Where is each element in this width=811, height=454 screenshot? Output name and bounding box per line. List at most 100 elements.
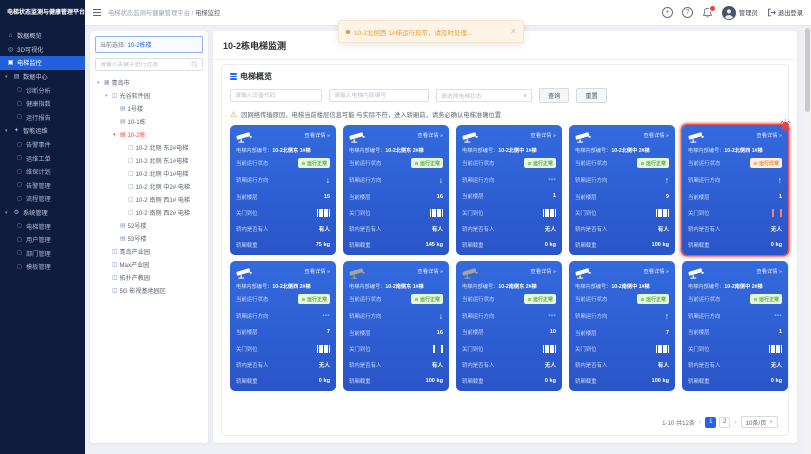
doc-icon: ▢ <box>17 182 23 188</box>
status-badge: ⊘ 运行正常 <box>750 294 782 304</box>
tree-node-8[interactable]: ▢10-2 北侧 中2# 电梯 <box>95 180 203 193</box>
scrollbar-thumb[interactable] <box>805 28 810 112</box>
sidebar-item-10[interactable]: ▢维保计划 <box>0 165 85 179</box>
page-button-1[interactable]: 1 <box>705 417 716 428</box>
sidebar-item-12[interactable]: ▢流程管理 <box>0 192 85 206</box>
sidebar-item-5[interactable]: ▢健康指数 <box>0 97 85 111</box>
tree-node-13[interactable]: ◫青岛产业园 <box>95 245 203 258</box>
field-label: 轿厢运行方向 <box>575 176 607 184</box>
sidebar-item-0[interactable]: ⌂数据概览 <box>0 29 85 43</box>
tree-node-14[interactable]: ◫Max产业园 <box>95 258 203 271</box>
sidebar-item-6[interactable]: ▢运行报告 <box>0 111 85 125</box>
chevron-down-icon: ∨ <box>523 93 527 99</box>
tree-node-3[interactable]: ▤10-1栋 <box>95 115 203 128</box>
sidebar-item-11[interactable]: ▢告警管理 <box>0 179 85 193</box>
menu-label: 告警管理 <box>26 181 51 190</box>
camera-icon <box>688 267 705 280</box>
elevator-id: 电梯内部编号：10-2南侧中 2#梯 <box>688 283 782 290</box>
sidebar-item-13[interactable]: ▾⚙系统管理 <box>0 206 85 220</box>
menu-label: 3D可视化 <box>17 45 43 54</box>
page-button-2[interactable]: 2 <box>719 417 730 428</box>
menu-label: 告警事件 <box>26 140 51 149</box>
sidebar-item-14[interactable]: ▢电梯管理 <box>0 219 85 233</box>
door-open-icon <box>433 345 443 353</box>
internal-id-input[interactable] <box>329 89 429 102</box>
view-detail-link[interactable]: 查看详情 » <box>756 267 782 275</box>
tree-node-2[interactable]: ▤1号楼 <box>95 102 203 115</box>
tree-node-15[interactable]: ◫拓扑产教园 <box>95 271 203 284</box>
door-closed-icon <box>543 345 556 353</box>
tree-node-5[interactable]: ▢10-2 北侧 东2#电梯 <box>95 141 203 154</box>
tree-node-7[interactable]: ▢10-2 北侧 中1#电梯 <box>95 167 203 180</box>
elevator-id: 电梯内部编号：10-2北侧中 2#梯 <box>575 147 669 154</box>
notification-bell-icon[interactable] <box>702 7 713 18</box>
tree-node-label: 52号楼 <box>127 221 146 230</box>
menu-label: 数据中心 <box>23 72 48 81</box>
view-detail-link[interactable]: 查看详情 » <box>530 267 556 275</box>
tree-node-0[interactable]: ▾▦青岛市 <box>95 76 203 89</box>
tree-node-16[interactable]: ◫5G 影视基地园区 <box>95 284 203 297</box>
sidebar-item-3[interactable]: ▾▤数据中心 <box>0 70 85 84</box>
logout-button[interactable]: 退出登录 <box>767 8 803 17</box>
sidebar-item-8[interactable]: ▢告警事件 <box>0 138 85 152</box>
sidebar-item-15[interactable]: ▢用户管理 <box>0 233 85 247</box>
direction-down-icon: ↓ <box>326 176 330 185</box>
fullscreen-icon[interactable]: + <box>662 7 673 18</box>
field-label: 当前楼层 <box>462 192 484 200</box>
collapse-menu-icon[interactable] <box>93 9 101 16</box>
sidebar-item-2[interactable]: ▣电梯监控 <box>0 56 85 70</box>
tree-node-10[interactable]: ▢10-2 南侧 西2# 电梯 <box>95 206 203 219</box>
doc-icon: ▢ <box>17 196 23 202</box>
status-select[interactable]: 请选择电梯状态 ∨ <box>436 89 532 102</box>
field-label: 关门到位 <box>462 209 484 217</box>
section-header: 电梯概览 <box>230 71 780 82</box>
page-size-select[interactable]: 10条/页 ∨ <box>741 416 778 428</box>
status-badge: ⊘ 运行正常 <box>524 158 556 168</box>
view-detail-link[interactable]: 查看详情 » <box>417 267 443 275</box>
tree-node-11[interactable]: ▤52号楼 <box>95 219 203 232</box>
warning-text: 因网络传输原因，电梯当前楼层信息可能 与实际不符，进入轿厢前，请务必确认电梯准确… <box>241 110 501 119</box>
tree-node-4[interactable]: ▾▤10-2栋 <box>95 128 203 141</box>
tree-node-1[interactable]: ▾◫光谷软件园 <box>95 89 203 102</box>
elevator-id: 电梯内部编号：10-2南侧东 1#梯 <box>349 283 443 290</box>
view-detail-link[interactable]: 查看详情 » <box>643 267 669 275</box>
tree-search-box <box>95 58 203 71</box>
field-label: 关门到位 <box>349 209 371 217</box>
tree-node-icon: ▤ <box>120 236 125 242</box>
tree-node-icon: ▤ <box>120 132 125 138</box>
view-detail-link[interactable]: 查看详情 » <box>530 131 556 139</box>
field-label: 关门到位 <box>688 209 710 217</box>
next-page-icon[interactable]: › <box>734 419 736 426</box>
sidebar-item-16[interactable]: ▢部门管理 <box>0 247 85 261</box>
reset-button[interactable]: 重置 <box>576 88 606 103</box>
search-button[interactable]: 查询 <box>539 88 569 103</box>
menu-icon: ◎ <box>7 46 14 53</box>
toast-close-icon[interactable]: × <box>511 27 516 36</box>
filter-bar: 请选择电梯状态 ∨ 查询 重置 <box>230 88 780 103</box>
tree-node-6[interactable]: ▢10-2 北侧 东1#电梯 <box>95 154 203 167</box>
tree-node-icon: ▢ <box>128 197 133 203</box>
user-menu[interactable]: 管理员 <box>722 6 758 20</box>
tree-node-12[interactable]: ▤53号楼 <box>95 232 203 245</box>
tree-node-label: 53号楼 <box>127 234 146 243</box>
prev-page-icon[interactable]: ‹ <box>699 419 701 426</box>
device-code-input[interactable] <box>230 89 322 102</box>
door-open-icon <box>772 209 782 217</box>
direction-up-icon: ↑ <box>665 312 669 321</box>
sidebar-item-7[interactable]: ▾✦智能运维 <box>0 124 85 138</box>
sidebar-item-1[interactable]: ◎3D可视化 <box>0 43 85 57</box>
sidebar-item-4[interactable]: ▢诊断分析 <box>0 83 85 97</box>
tree-node-9[interactable]: ▢10-2 南侧 西1# 电梯 <box>95 193 203 206</box>
view-detail-link[interactable]: 查看详情 » <box>643 131 669 139</box>
alert-toast: 10-2北侧西 1#梯运行异常，请及时处理... × <box>338 20 524 43</box>
menu-label: 运维工单 <box>26 154 51 163</box>
view-detail-link[interactable]: 查看详情 » <box>304 267 330 275</box>
view-detail-link[interactable]: 查看详情 » <box>304 131 330 139</box>
tree-search-input[interactable] <box>100 62 189 68</box>
sidebar-item-9[interactable]: ▢运维工单 <box>0 151 85 165</box>
elevator-id: 电梯内部编号：10-2南侧中 1#梯 <box>575 283 669 290</box>
sidebar-item-17[interactable]: ▢模板管理 <box>0 260 85 274</box>
help-icon[interactable]: ? <box>682 7 693 18</box>
view-detail-link[interactable]: 查看详情 » <box>417 131 443 139</box>
field-label: 当前运行状态 <box>349 295 381 303</box>
